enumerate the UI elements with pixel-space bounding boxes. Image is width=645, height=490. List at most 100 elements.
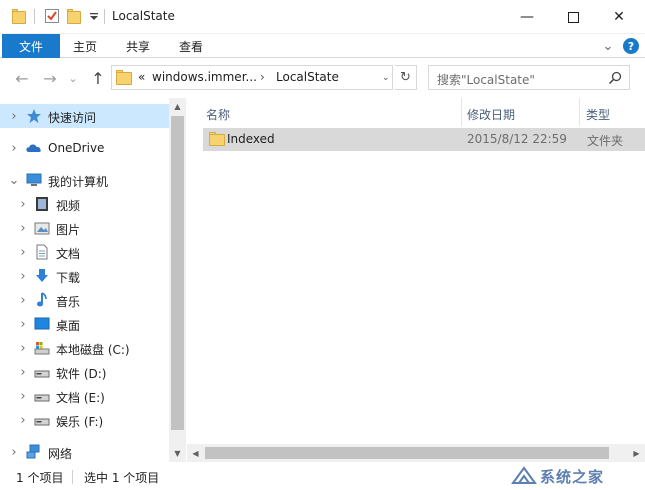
address-bar[interactable]: « windows.immer... › LocalState ⌄ [111,65,393,90]
properties-icon[interactable] [44,8,60,24]
table-row[interactable]: Indexed 2015/8/12 22:59 文件夹 [203,128,645,151]
file-date: 2015/8/12 22:59 [467,132,567,146]
nav-item-drive-d[interactable]: › 软件 (D:) [0,360,169,384]
nav-label: 桌面 [56,319,81,333]
title-bar: LocalState — ✕ [0,0,645,34]
refresh-button[interactable]: ↻ [395,65,417,90]
nav-item-pictures[interactable]: › 图片 [0,216,169,240]
status-bar: 1 个项目 选中 1 个项目 系统之家 [0,462,645,490]
nav-label: 视频 [56,199,81,213]
nav-label: 下载 [56,271,81,285]
minimize-button[interactable]: — [504,0,550,34]
nav-label: OneDrive [48,141,105,155]
column-header-date[interactable]: 修改日期 [467,102,515,126]
window-title: LocalState [112,9,175,23]
tab-file[interactable]: 文件 [2,34,60,58]
navigation-pane: › 快速访问 › OneDrive ⌄ 我的计算机 › 视频 › 图片 › 文档… [0,98,169,462]
music-icon [37,292,47,307]
recent-locations-button[interactable]: ⌄ [66,68,80,88]
address-dropdown-icon[interactable]: ⌄ [382,73,390,83]
content-horizontal-scrollbar[interactable]: ◀ ▶ [187,444,645,462]
nav-item-this-pc[interactable]: ⌄ 我的计算机 [0,168,169,192]
breadcrumb-separator-icon[interactable]: › [260,70,265,84]
nav-item-desktop[interactable]: › 桌面 [0,312,169,336]
tab-home[interactable]: 主页 [60,34,110,58]
drive-icon [34,394,50,402]
column-separator[interactable] [579,98,580,126]
selection-count: 选中 1 个项目 [84,471,160,485]
scroll-left-icon[interactable]: ◀ [187,444,204,462]
nav-scrollbar[interactable]: ▲ ▼ [169,98,186,462]
scroll-down-icon[interactable]: ▼ [169,445,186,462]
expand-icon[interactable]: › [18,389,28,404]
nav-item-onedrive[interactable]: › OneDrive [0,136,169,160]
expand-icon[interactable]: › [9,445,19,460]
document-icon [36,244,48,260]
nav-item-drive-f[interactable]: › 娱乐 (F:) [0,408,169,432]
nav-label: 快速访问 [48,111,97,125]
nav-label: 娱乐 (F:) [56,415,104,429]
watermark-text: 系统之家 [540,467,605,486]
column-header-type[interactable]: 类型 [586,102,610,126]
nav-label: 本地磁盘 (C:) [56,343,130,357]
file-type: 文件夹 [587,134,624,148]
column-separator[interactable] [461,98,462,126]
nav-item-downloads[interactable]: › 下载 [0,264,169,288]
expand-icon[interactable]: › [18,365,28,380]
folder-icon [12,9,26,24]
tab-share[interactable]: 共享 [112,34,164,58]
toolbar-separator [34,9,35,24]
column-header-name[interactable]: 名称 [206,102,230,126]
scrollbar-thumb[interactable] [171,116,184,430]
folder-icon [209,132,225,146]
nav-item-drive-e[interactable]: › 文档 (E:) [0,384,169,408]
expand-icon[interactable]: › [9,109,19,124]
nav-item-videos[interactable]: › 视频 [0,192,169,216]
expand-icon[interactable]: › [18,413,28,428]
expand-icon[interactable]: › [18,269,28,284]
close-button[interactable]: ✕ [596,0,642,34]
up-button[interactable]: ↑ [88,68,108,88]
expand-icon[interactable]: › [18,317,28,332]
expand-icon[interactable]: › [18,341,28,356]
forward-button[interactable]: → [40,68,60,88]
maximize-icon [567,11,579,23]
expand-icon[interactable]: › [18,245,28,260]
collapse-ribbon-button[interactable]: ⌄ [600,38,616,54]
nav-item-documents[interactable]: › 文档 [0,240,169,264]
help-button[interactable]: ? [623,38,639,54]
address-row: ← → ⌄ ↑ « windows.immer... › LocalState … [0,58,645,98]
expand-icon[interactable]: › [18,293,28,308]
expand-icon[interactable]: › [9,141,19,156]
nav-item-music[interactable]: › 音乐 [0,288,169,312]
scroll-up-icon[interactable]: ▲ [169,98,186,115]
drive-icon [34,370,50,378]
nav-label: 文档 (E:) [56,391,105,405]
breadcrumb-item[interactable]: LocalState [276,70,339,84]
nav-item-quick-access[interactable]: › 快速访问 [0,104,169,128]
back-button[interactable]: ← [12,68,32,88]
expand-icon[interactable]: › [18,221,28,236]
expand-icon[interactable]: › [18,197,28,212]
nav-item-drive-c[interactable]: › 本地磁盘 (C:) [0,336,169,360]
desktop-icon [34,317,50,330]
customize-toolbar-icon[interactable] [86,8,102,24]
breadcrumb-overflow[interactable]: « [138,70,145,84]
cloud-icon [26,144,41,152]
breadcrumb-item[interactable]: windows.immer... [152,70,257,84]
nav-item-network[interactable]: › 网络 [0,440,169,462]
new-folder-icon[interactable] [67,9,81,24]
scrollbar-thumb[interactable] [205,447,609,459]
collapse-icon[interactable]: ⌄ [9,173,20,188]
tab-view[interactable]: 查看 [166,34,216,58]
maximize-button[interactable] [550,0,596,34]
star-icon [27,109,41,123]
file-name[interactable]: Indexed [227,132,275,146]
scroll-right-icon[interactable]: ▶ [628,444,645,462]
search-icon [608,71,622,85]
item-count: 1 个项目 [16,471,64,485]
drive-icon [34,418,50,426]
status-separator [72,470,73,484]
nav-label: 文档 [56,247,81,261]
search-box[interactable]: 搜索"LocalState" [428,65,630,90]
